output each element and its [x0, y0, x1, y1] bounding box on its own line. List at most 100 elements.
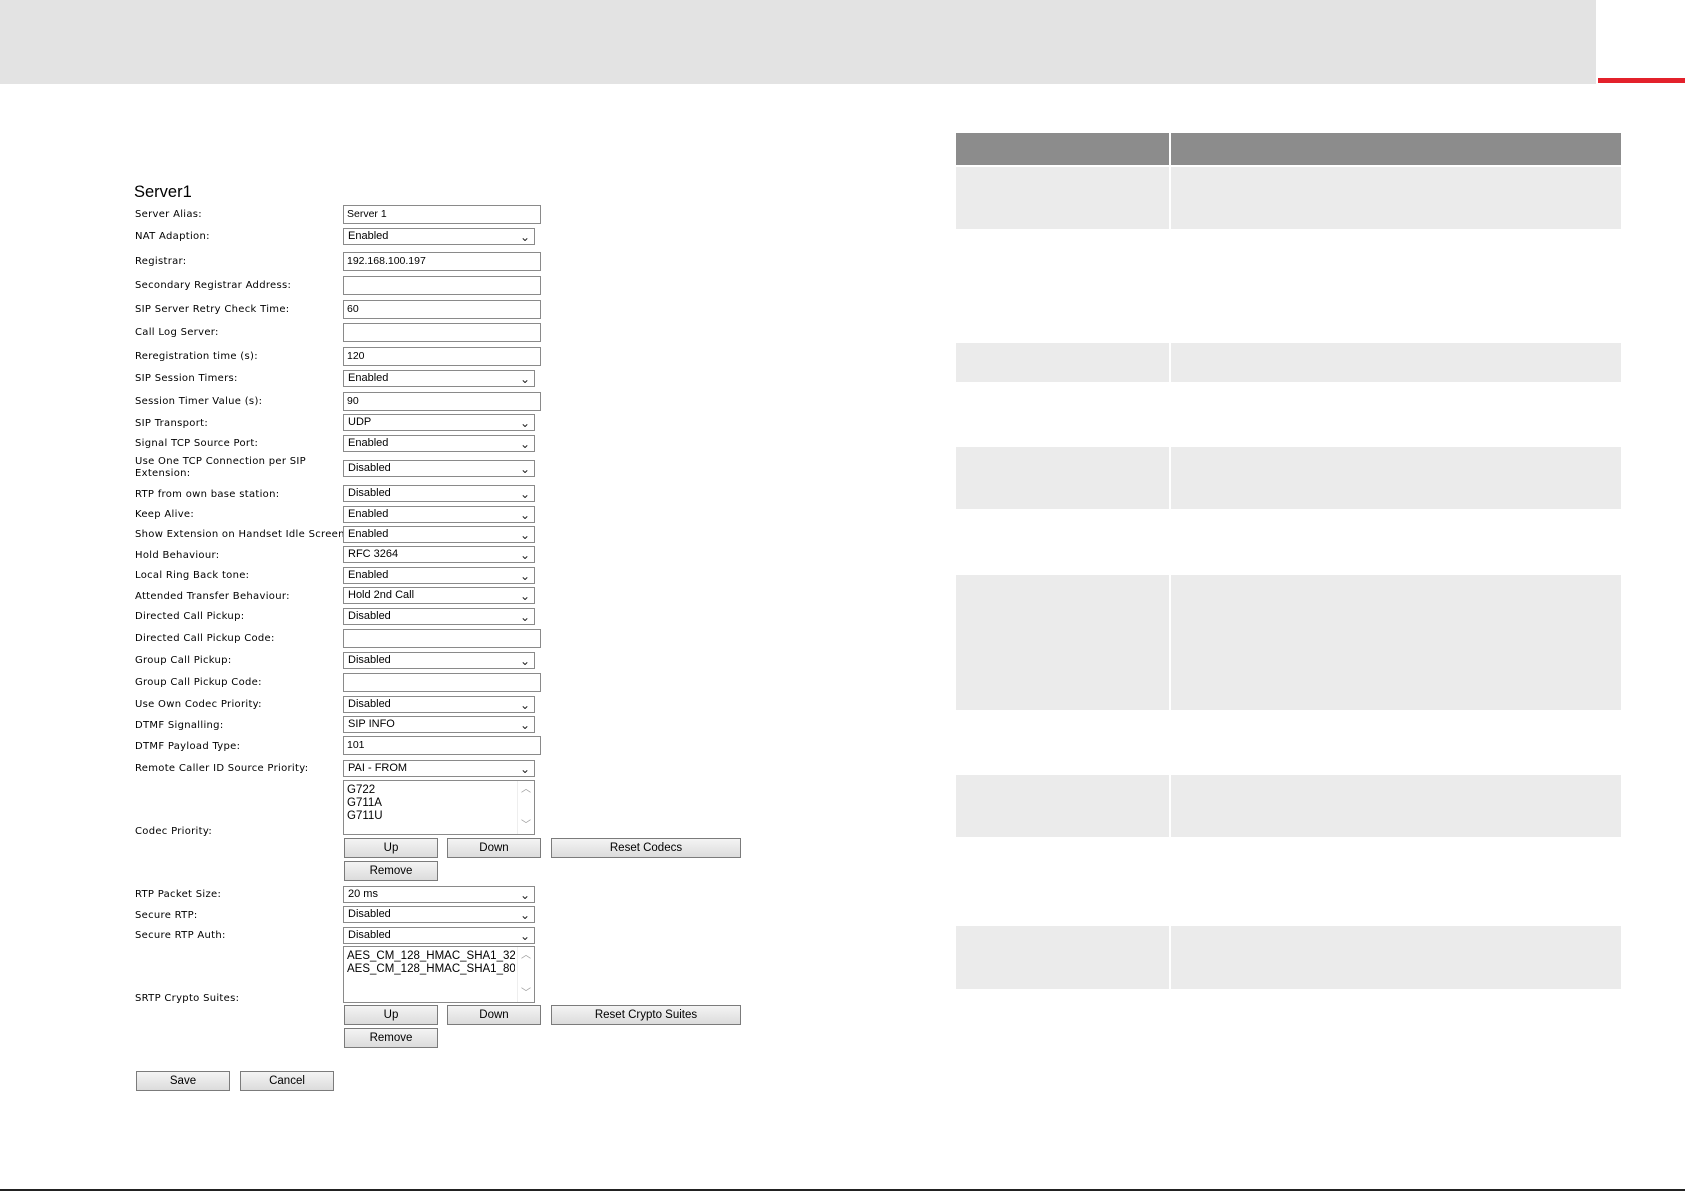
sip-transport-select[interactable]: UDP ⌄: [343, 414, 535, 431]
chevron-down-icon: ⌄: [519, 569, 530, 583]
one-tcp-value: Disabled: [348, 462, 391, 474]
secure-rtp-auth-value: Disabled: [348, 929, 391, 941]
reset-crypto-suites-button[interactable]: Reset Crypto Suites: [551, 1005, 741, 1025]
group-pickup-label: Group Call Pickup:: [135, 655, 232, 666]
one-tcp-label: Use One TCP Connection per SIP Extension…: [135, 456, 306, 479]
sip-transport-value: UDP: [348, 416, 372, 428]
keep-alive-label: Keep Alive:: [135, 509, 195, 520]
page-title: Server1: [134, 183, 192, 201]
list-item[interactable]: G711A: [344, 797, 515, 810]
chevron-up-icon[interactable]: ︿: [518, 949, 534, 962]
group-pickup-code-input[interactable]: [343, 673, 541, 692]
remote-caller-id-select[interactable]: PAI - FROM ⌄: [343, 760, 535, 777]
chevron-down-icon: ⌄: [519, 487, 530, 501]
scrollbar[interactable]: ︿ ﹀: [517, 781, 534, 834]
signal-tcp-label: Signal TCP Source Port:: [135, 438, 259, 449]
rtp-packet-size-select[interactable]: 20 ms ⌄: [343, 886, 535, 903]
crypto-down-button[interactable]: Down: [447, 1005, 541, 1025]
keep-alive-value: Enabled: [348, 508, 389, 520]
directed-pickup-value: Disabled: [348, 610, 391, 622]
server-alias-label: Server Alias:: [135, 209, 202, 220]
crypto-up-button[interactable]: Up: [344, 1005, 438, 1025]
own-codec-priority-label: Use Own Codec Priority:: [135, 699, 262, 710]
chevron-down-icon[interactable]: ﹀: [518, 987, 534, 1000]
show-extension-select[interactable]: Enabled ⌄: [343, 526, 535, 543]
attended-transfer-label: Attended Transfer Behaviour:: [135, 591, 290, 602]
reregistration-input[interactable]: 120: [343, 347, 541, 366]
local-ring-back-select[interactable]: Enabled ⌄: [343, 567, 535, 584]
directed-pickup-select[interactable]: Disabled ⌄: [343, 608, 535, 625]
list-item[interactable]: G722: [344, 784, 515, 797]
codec-priority-listbox[interactable]: G722 G711A G711U ︿ ﹀: [343, 780, 535, 835]
show-extension-value: Enabled: [348, 528, 389, 540]
chevron-down-icon: ⌄: [519, 416, 530, 430]
one-tcp-select[interactable]: Disabled ⌄: [343, 460, 535, 477]
chevron-down-icon: ⌄: [519, 610, 530, 624]
group-pickup-select[interactable]: Disabled ⌄: [343, 652, 535, 669]
cancel-button[interactable]: Cancel: [240, 1071, 334, 1091]
codec-remove-button[interactable]: Remove: [344, 861, 438, 881]
secondary-registrar-label: Secondary Registrar Address:: [135, 280, 292, 291]
sip-retry-input[interactable]: 60: [343, 300, 541, 319]
sip-session-timers-value: Enabled: [348, 372, 389, 384]
nat-adaption-value: Enabled: [348, 230, 389, 242]
session-timer-value-input[interactable]: 90: [343, 392, 541, 411]
registrar-input[interactable]: 192.168.100.197: [343, 252, 541, 271]
chevron-down-icon: ⌄: [519, 718, 530, 732]
crypto-remove-button[interactable]: Remove: [344, 1028, 438, 1048]
reset-codecs-button[interactable]: Reset Codecs: [551, 838, 741, 858]
chevron-down-icon: ⌄: [519, 528, 530, 542]
dtmf-payload-label: DTMF Payload Type:: [135, 741, 241, 752]
chevron-down-icon: ⌄: [519, 589, 530, 603]
list-item[interactable]: G711U: [344, 810, 515, 823]
directed-pickup-code-label: Directed Call Pickup Code:: [135, 633, 275, 644]
local-ring-back-label: Local Ring Back tone:: [135, 570, 250, 581]
chevron-down-icon: ⌄: [519, 908, 530, 922]
nat-adaption-label: NAT Adaption:: [135, 231, 210, 242]
secondary-registrar-input[interactable]: [343, 276, 541, 295]
dtmf-signalling-value: SIP INFO: [348, 718, 395, 730]
attended-transfer-select[interactable]: Hold 2nd Call ⌄: [343, 587, 535, 604]
chevron-down-icon: ⌄: [519, 698, 530, 712]
chevron-down-icon: ⌄: [519, 437, 530, 451]
scrollbar[interactable]: ︿ ﹀: [517, 947, 534, 1002]
secure-rtp-select[interactable]: Disabled ⌄: [343, 906, 535, 923]
nat-adaption-select[interactable]: Enabled ⌄: [343, 228, 535, 245]
registrar-label: Registrar:: [135, 256, 187, 267]
secure-rtp-auth-select[interactable]: Disabled ⌄: [343, 927, 535, 944]
chevron-down-icon[interactable]: ﹀: [518, 819, 534, 832]
secure-rtp-label: Secure RTP:: [135, 910, 198, 921]
directed-pickup-code-input[interactable]: [343, 629, 541, 648]
remote-caller-id-value: PAI - FROM: [348, 762, 408, 774]
list-item[interactable]: AES_CM_128_HMAC_SHA1_80: [344, 963, 515, 976]
codec-up-button[interactable]: Up: [344, 838, 438, 858]
table-row: [956, 167, 1621, 229]
table-row: [956, 447, 1621, 509]
group-pickup-code-label: Group Call Pickup Code:: [135, 677, 262, 688]
table-row: [956, 343, 1621, 382]
chevron-up-icon[interactable]: ︿: [518, 783, 534, 796]
own-codec-priority-select[interactable]: Disabled ⌄: [343, 696, 535, 713]
table-row: [956, 926, 1621, 989]
dtmf-payload-input[interactable]: 101: [343, 736, 541, 755]
secure-rtp-auth-label: Secure RTP Auth:: [135, 930, 226, 941]
local-ring-back-value: Enabled: [348, 569, 389, 581]
dtmf-signalling-select[interactable]: SIP INFO ⌄: [343, 716, 535, 733]
signal-tcp-select[interactable]: Enabled ⌄: [343, 435, 535, 452]
hold-behaviour-select[interactable]: RFC 3264 ⌄: [343, 546, 535, 563]
save-button[interactable]: Save: [136, 1071, 230, 1091]
top-banner: [0, 0, 1596, 84]
session-timer-value-label: Session Timer Value (s):: [135, 396, 263, 407]
chevron-down-icon: ⌄: [519, 548, 530, 562]
srtp-crypto-listbox[interactable]: AES_CM_128_HMAC_SHA1_32 AES_CM_128_HMAC_…: [343, 946, 535, 1003]
rtp-own-base-select[interactable]: Disabled ⌄: [343, 485, 535, 502]
codec-down-button[interactable]: Down: [447, 838, 541, 858]
keep-alive-select[interactable]: Enabled ⌄: [343, 506, 535, 523]
column-divider: [1169, 167, 1171, 229]
chevron-down-icon: ⌄: [519, 654, 530, 668]
call-log-server-input[interactable]: [343, 323, 541, 342]
rtp-packet-size-label: RTP Packet Size:: [135, 889, 222, 900]
server-alias-input[interactable]: Server 1: [343, 205, 541, 224]
sip-session-timers-select[interactable]: Enabled ⌄: [343, 370, 535, 387]
list-item[interactable]: AES_CM_128_HMAC_SHA1_32: [344, 950, 515, 963]
